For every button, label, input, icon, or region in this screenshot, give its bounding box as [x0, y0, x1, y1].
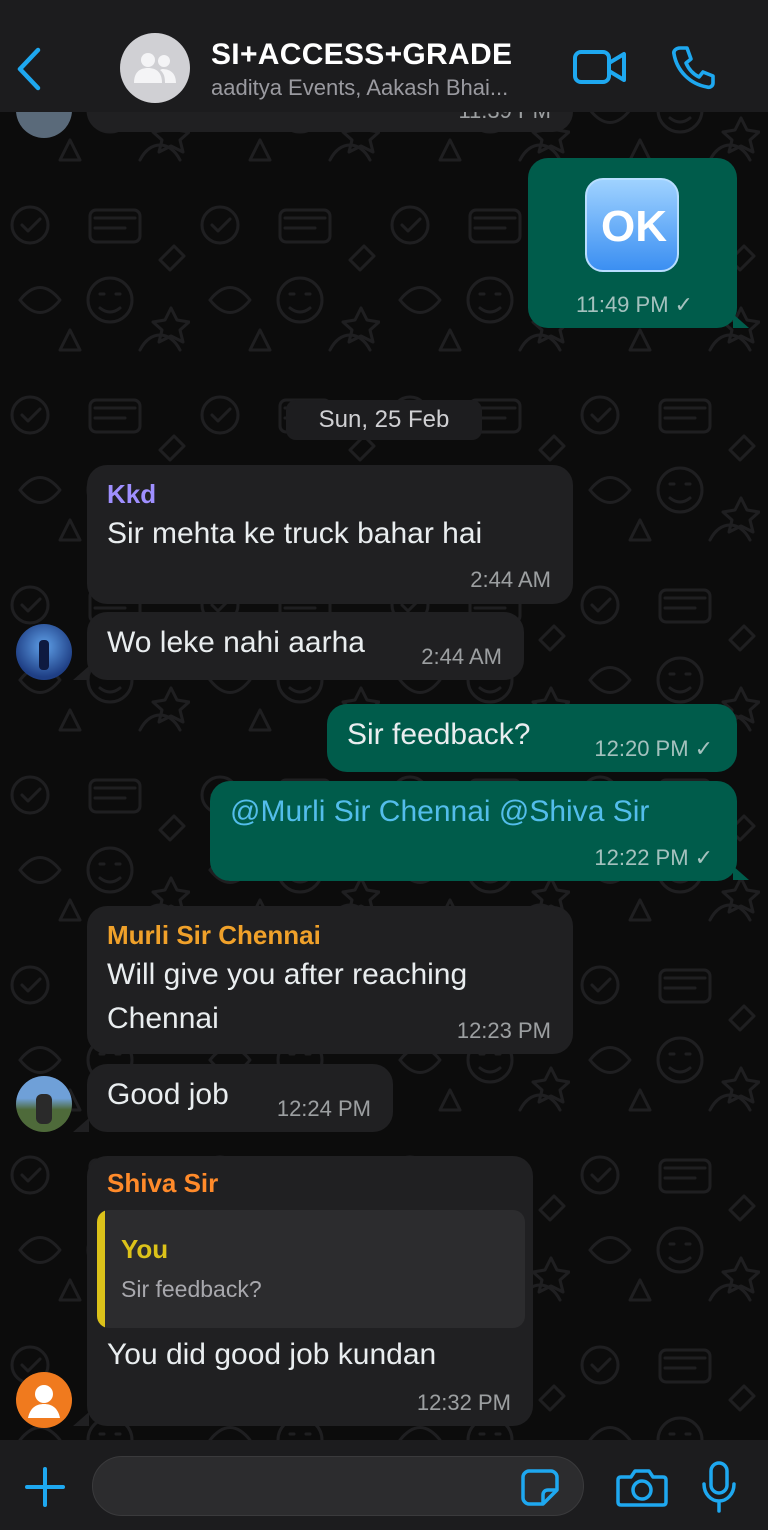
message-bubble-incoming[interactable]: Shiva Sir You Sir feedback? You did good…	[87, 1156, 533, 1426]
chat-header: SI+ACCESS+GRADE aaditya Events, Aakash B…	[0, 0, 768, 112]
message-time: 12:24 PM	[276, 1096, 371, 1121]
message-text: Wo leke nahi aarha	[107, 626, 365, 659]
back-button[interactable]	[14, 44, 48, 94]
message-text: Sir mehta ke truck bahar hai	[107, 517, 483, 550]
bubble-tail	[73, 1412, 89, 1426]
bubble-tail	[733, 314, 749, 328]
sender-avatar[interactable]	[16, 624, 72, 680]
message-time: 12:22 PM ✓	[594, 845, 713, 870]
video-call-icon	[573, 50, 626, 84]
message-time: 12:32 PM	[416, 1390, 511, 1415]
default-avatar-icon	[28, 1385, 60, 1418]
message-text: @Murli Sir Chennai @Shiva Sir	[230, 795, 649, 829]
mention-link[interactable]: @Shiva Sir	[499, 795, 650, 828]
phone-icon	[672, 46, 715, 90]
camera-button[interactable]	[616, 1466, 668, 1508]
quote-bar	[97, 1210, 105, 1328]
quote-text: Sir feedback?	[121, 1276, 262, 1302]
group-icon	[134, 53, 176, 83]
message-time: 12:23 PM	[456, 1018, 551, 1043]
sticker-button[interactable]	[520, 1468, 560, 1506]
chat-members[interactable]: aaditya Events, Aakash Bhai...	[211, 75, 508, 101]
bubble-tail	[73, 1118, 89, 1132]
microphone-icon	[702, 1461, 736, 1513]
voice-message-button[interactable]	[700, 1460, 738, 1514]
quoted-message[interactable]: You Sir feedback?	[97, 1210, 525, 1328]
sender-name[interactable]: Shiva Sir	[107, 1168, 218, 1199]
video-call-button[interactable]	[572, 48, 628, 86]
sender-name[interactable]: Murli Sir Chennai	[107, 920, 321, 951]
mention-link[interactable]: @Murli Sir Chennai	[230, 795, 491, 828]
camera-icon	[616, 1469, 668, 1507]
group-avatar[interactable]	[120, 33, 190, 103]
message-time: 12:20 PM ✓	[594, 736, 713, 761]
sender-avatar[interactable]	[16, 1076, 72, 1132]
message-bubble-outgoing[interactable]: Sir feedback? 12:20 PM ✓	[327, 704, 737, 772]
ok-emoji: OK	[585, 178, 679, 272]
message-input[interactable]	[92, 1456, 584, 1516]
message-text: Will give you after reaching	[107, 958, 468, 991]
message-text: Sir feedback?	[347, 718, 531, 751]
ok-emoji-label: OK	[601, 202, 667, 251]
message-text: You did good job kundan	[107, 1338, 437, 1371]
message-bubble-incoming[interactable]: Murli Sir Chennai Will give you after re…	[87, 906, 573, 1054]
plus-icon	[25, 1467, 65, 1507]
attach-button[interactable]	[24, 1466, 66, 1508]
message-bubble-incoming[interactable]: Wo leke nahi aarha 2:44 AM	[87, 612, 524, 680]
voice-call-button[interactable]	[670, 44, 716, 90]
message-text: Chennai	[107, 1002, 219, 1035]
message-time: 11:49 PM ✓	[576, 292, 693, 317]
quote-sender: You	[121, 1234, 169, 1264]
chat-title[interactable]: SI+ACCESS+GRADE	[211, 38, 512, 72]
message-bubble-incoming[interactable]: Kkd Sir mehta ke truck bahar hai 2:44 AM	[87, 465, 573, 604]
sticker-icon	[521, 1469, 559, 1506]
message-bubble-outgoing[interactable]: OK 11:49 PM ✓	[528, 158, 737, 328]
message-bubble-outgoing[interactable]: @Murli Sir Chennai @Shiva Sir 12:22 PM ✓	[210, 781, 737, 881]
message-text: Good job	[107, 1078, 229, 1111]
checkmark-icon: ✓	[694, 736, 713, 761]
checkmark-icon: ✓	[694, 845, 713, 870]
sender-avatar[interactable]	[16, 1372, 72, 1428]
message-bubble-incoming[interactable]: Good job 12:24 PM	[87, 1064, 393, 1132]
sender-name[interactable]: Kkd	[107, 479, 156, 510]
date-separator: Sun, 25 Feb	[286, 400, 482, 440]
message-time: 2:44 AM	[421, 644, 502, 669]
bubble-tail	[73, 666, 89, 680]
composer-bar	[0, 1440, 768, 1530]
message-time: 2:44 AM	[470, 567, 551, 592]
bubble-tail	[733, 866, 749, 880]
chevron-left-icon	[17, 47, 41, 91]
checkmark-icon: ✓	[674, 292, 693, 317]
